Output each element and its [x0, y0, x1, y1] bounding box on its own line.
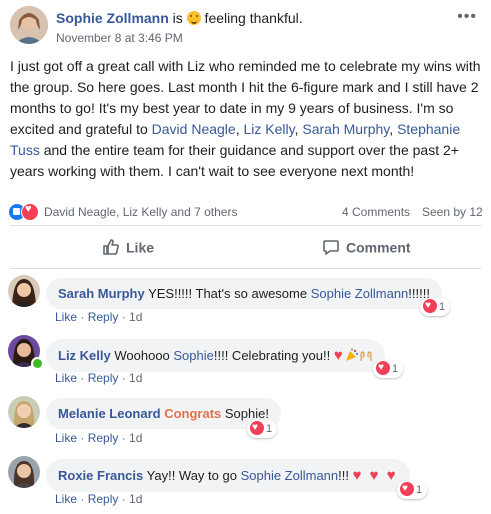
love-reaction-icon — [423, 297, 437, 315]
comment-reaction-badge[interactable]: 1 — [373, 359, 404, 378]
comment-actions: Like · Reply · 1d — [55, 431, 142, 445]
reaction-count: 1 — [416, 484, 423, 496]
comment-icon — [323, 240, 339, 256]
comment-text: Yay!! Way to go — [143, 468, 241, 483]
comment-reaction-badge[interactable]: 1 — [420, 297, 451, 316]
mention-link[interactable]: Sophie — [173, 348, 213, 363]
comment-reply-link[interactable]: Reply — [88, 310, 119, 324]
like-label: Like — [126, 239, 155, 256]
separator: · — [118, 492, 130, 506]
separator: · — [118, 371, 130, 385]
reaction-count: 1 — [392, 363, 399, 375]
separator: · — [77, 371, 88, 385]
more-options-icon[interactable]: ••• — [457, 8, 477, 26]
post-author-name[interactable]: Sophie Zollmann — [56, 10, 169, 26]
comment-label: Comment — [346, 239, 411, 256]
comment-reaction-badge[interactable]: 1 — [397, 480, 428, 499]
post-body: I just got off a great call with Liz who… — [10, 56, 486, 182]
comment-age[interactable]: 1d — [129, 310, 142, 324]
thumbs-up-icon — [103, 239, 119, 256]
online-status-icon — [31, 357, 44, 370]
like-button[interactable]: Like — [102, 238, 154, 260]
comment-actions: Like · Reply · 1d — [55, 310, 142, 324]
post-timestamp[interactable]: November 8 at 3:46 PM — [56, 31, 183, 45]
comment-age[interactable]: 1d — [129, 492, 142, 506]
comment-text: Sophie! — [221, 406, 269, 421]
reactors-names[interactable]: David Neagle, Liz Kelly and 7 others — [44, 205, 237, 219]
smiling-face-icon — [186, 11, 201, 25]
love-reaction-icon — [400, 480, 414, 498]
comment-text: YES!!!!! That's so awesome — [144, 286, 311, 301]
comment-reply-link[interactable]: Reply — [88, 371, 119, 385]
party-popper-icon — [345, 348, 358, 361]
mention-link[interactable]: Liz Kelly — [244, 121, 295, 137]
comment-text: !!!! Celebrating you!! — [213, 348, 334, 363]
comments-count[interactable]: 4 Comments — [342, 205, 410, 219]
comment-button[interactable]: Comment — [322, 238, 411, 260]
comment-author[interactable]: Sarah Murphy — [58, 286, 145, 301]
mention-link[interactable]: Sarah Murphy — [302, 121, 389, 137]
reaction-count: 1 — [266, 423, 273, 435]
mention-link[interactable]: Sophie Zollmann — [311, 286, 409, 301]
separator: · — [118, 431, 130, 445]
separator: · — [77, 492, 88, 506]
raising-hands-icon — [360, 351, 372, 361]
divider — [10, 225, 481, 226]
post-header: Sophie Zollmann is feeling thankful. — [56, 10, 303, 26]
reactions-summary: David Neagle, Liz Kelly and 7 others 4 C… — [8, 202, 486, 222]
commenter-avatar[interactable] — [8, 456, 40, 488]
commenter-avatar[interactable] — [8, 275, 40, 307]
mention-link[interactable]: David Neagle — [152, 121, 236, 137]
highlighted-keyword: Congrats — [164, 406, 222, 421]
comment-author[interactable]: Roxie Francis — [58, 468, 143, 483]
post-author-avatar[interactable] — [10, 6, 48, 44]
comment-like-link[interactable]: Like — [55, 431, 77, 445]
love-reaction-icon[interactable] — [21, 203, 39, 221]
comment-text: !!! — [338, 468, 353, 483]
comment-like-link[interactable]: Like — [55, 371, 77, 385]
commenter-avatar[interactable] — [8, 396, 40, 428]
post-text: and the entire team for their guidance a… — [10, 142, 459, 179]
separator: · — [77, 431, 88, 445]
comment-bubble: Sarah Murphy YES!!!!! That's so awesome … — [46, 278, 442, 309]
comment-bubble: Roxie Francis Yay!! Way to go Sophie Zol… — [46, 459, 410, 492]
separator: , — [235, 121, 244, 137]
comment-actions: Like · Reply · 1d — [55, 492, 142, 506]
comment-reply-link[interactable]: Reply — [88, 431, 119, 445]
comment-text: Woohooo — [110, 348, 174, 363]
comment-author[interactable]: Liz Kelly — [58, 348, 111, 363]
comment-like-link[interactable]: Like — [55, 492, 77, 506]
comment-reply-link[interactable]: Reply — [88, 492, 119, 506]
status-text: feeling thankful. — [200, 10, 303, 26]
comment-bubble: Liz Kelly Woohooo Sophie!!!! Celebrating… — [46, 339, 385, 372]
comment-actions: Like · Reply · 1d — [55, 371, 142, 385]
love-reaction-icon — [250, 419, 264, 437]
comment-bubble: Melanie Leonard Congrats Sophie! — [46, 398, 281, 429]
comment-age[interactable]: 1d — [129, 371, 142, 385]
mention-link[interactable]: Sophie Zollmann — [241, 468, 339, 483]
love-reaction-icon — [376, 359, 390, 377]
separator: , — [389, 121, 398, 137]
comment-author[interactable]: Melanie Leonard — [58, 406, 161, 421]
seen-by[interactable]: Seen by 12 — [422, 205, 483, 219]
separator: · — [118, 310, 130, 324]
status-prefix: is — [168, 10, 187, 26]
separator: · — [77, 310, 88, 324]
divider — [10, 268, 481, 269]
comment-reaction-badge[interactable]: 1 — [247, 419, 278, 438]
comment-age[interactable]: 1d — [129, 431, 142, 445]
comment-like-link[interactable]: Like — [55, 310, 77, 324]
heart-emoji-icon: ♥ — [333, 347, 345, 364]
reaction-count: 1 — [439, 301, 446, 313]
heart-emoji-icon: ♥ ♥ ♥ — [352, 467, 398, 484]
